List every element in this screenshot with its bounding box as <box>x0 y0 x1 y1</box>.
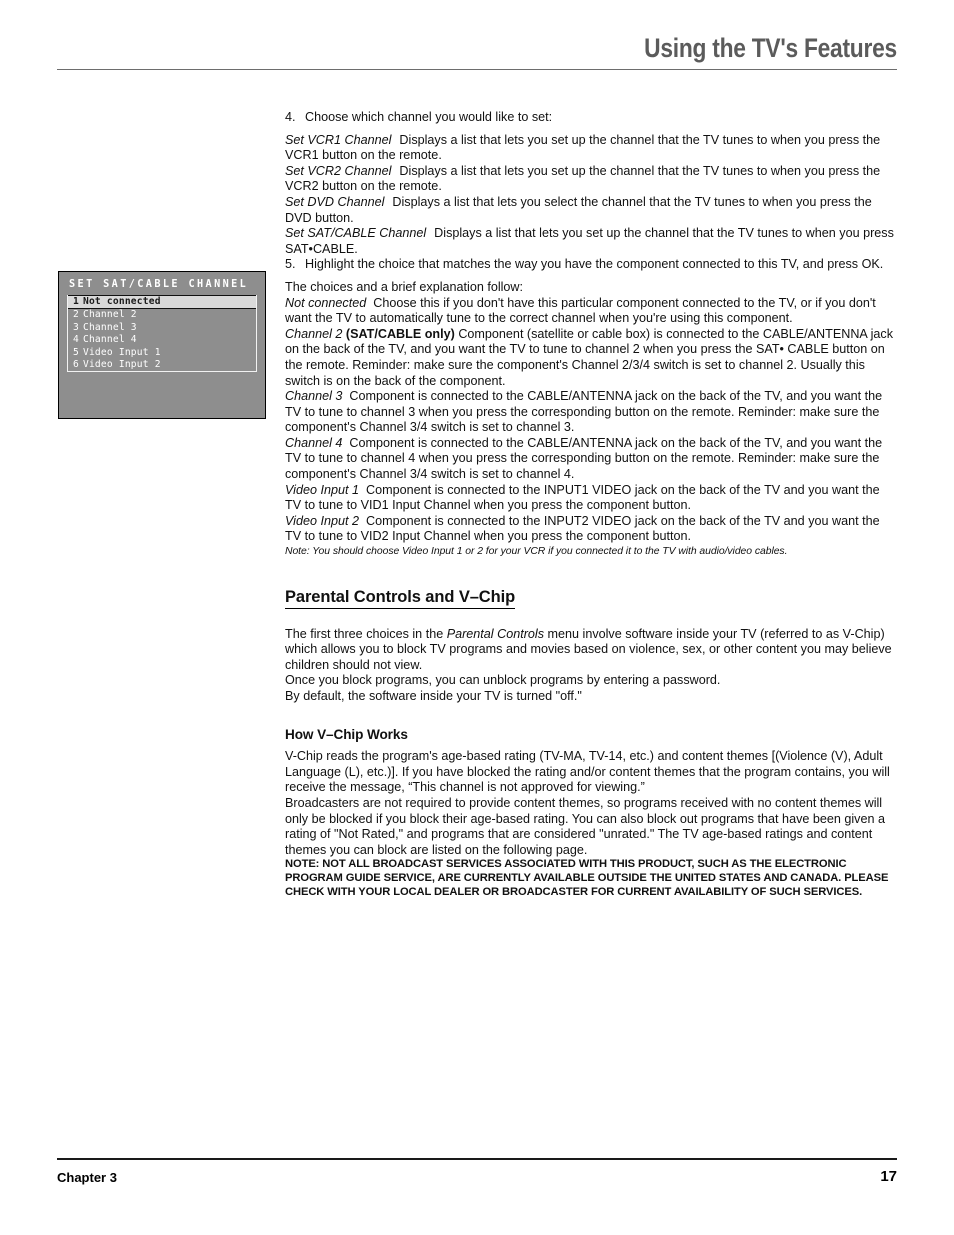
tv-menu-item-number: 3 <box>73 321 79 333</box>
parental-controls-menu-name: Parental Controls <box>446 626 545 641</box>
main-content: 4. Choose which channel you would like t… <box>285 110 897 899</box>
tv-menu-graphic: SET SAT/CABLE CHANNEL 1 Not connected 2 Ch… <box>58 271 266 419</box>
parental-controls-paragraph-3: By default, the software inside your TV … <box>285 689 582 703</box>
choice-label: Channel 4 <box>285 435 343 450</box>
choice-body: Component is connected to the INPUT1 VID… <box>285 482 880 513</box>
definition-set-vcr2: Set VCR2 Channel Displays a list that let… <box>285 164 897 195</box>
definition-label: Set VCR2 Channel <box>285 163 392 178</box>
page-header: Using the TV's Features <box>57 28 897 70</box>
definition-set-dvd: Set DVD Channel Displays a list that lets… <box>285 195 897 226</box>
choice-label: Video Input 1 <box>285 482 359 497</box>
tv-menu-item-label: Video Input 1 <box>82 346 161 358</box>
choice-qualifier: (SAT/CABLE only) <box>345 326 455 341</box>
choice-label: Video Input 2 <box>285 513 359 528</box>
parental-controls-heading: Parental Controls and V–Chip <box>285 589 515 609</box>
definition-label: Set DVD Channel <box>285 194 385 209</box>
how-vchip-works-heading: How V–Chip Works <box>285 726 408 742</box>
choice-label: Channel 2 <box>285 326 343 341</box>
step-5-text: Highlight the choice that matches the wa… <box>305 257 884 272</box>
tv-menu-item-2[interactable]: 2 Channel 2 <box>68 309 256 321</box>
tv-menu-item-5[interactable]: 5 Video Input 1 <box>68 347 256 359</box>
header-divider <box>57 68 897 70</box>
broadcast-services-notice: NOTE: NOT ALL BROADCAST SERVICES ASSOCIA… <box>285 858 889 898</box>
choice-body: Component is connected to the INPUT2 VID… <box>285 513 880 544</box>
choice-not-connected: Not connected Choose this if you don't ha… <box>285 296 897 327</box>
step-5: 5. Highlight the choice that matches the… <box>285 257 897 273</box>
definition-set-vcr1: Set VCR1 Channel Displays a list that let… <box>285 133 897 164</box>
choice-channel-2: Channel 2 (SAT/CABLE only) Component (sa… <box>285 327 897 389</box>
choice-video-input-2: Video Input 2 Component is connected to t… <box>285 514 897 545</box>
choice-body: Component is connected to the CABLE/ANTE… <box>285 435 883 482</box>
how-vchip-paragraph-1: V-Chip reads the program's age-based rat… <box>285 749 890 795</box>
step-5-number: 5. <box>285 257 296 272</box>
choice-channel-3: Channel 3 Component is connected to the C… <box>285 389 897 436</box>
choices-lead-in: The choices and a brief explanation foll… <box>285 279 524 294</box>
choice-channel-4: Channel 4 Component is connected to the C… <box>285 436 897 483</box>
tv-menu-item-6[interactable]: 6 Video Input 2 <box>68 359 256 371</box>
tv-menu-item-label: Channel 2 <box>82 309 137 321</box>
tv-menu-item-number: 1 <box>73 296 79 307</box>
definition-set-sat-cable: Set SAT/CABLE Channel Displays a list tha… <box>285 226 897 257</box>
tv-menu-item-3[interactable]: 3 Channel 3 <box>68 322 256 334</box>
definition-label: Set VCR1 Channel <box>285 132 392 147</box>
choice-label: Channel 3 <box>285 389 343 404</box>
tv-menu-list: 1 Not connected 2 Channel 2 3 Channel 3 4 Ch… <box>67 295 257 373</box>
tv-menu-item-number: 6 <box>73 359 79 371</box>
footer-chapter-label: Chapter 3 <box>57 1170 117 1185</box>
footer-page-number: 17 <box>880 1168 897 1185</box>
tv-menu-item-label: Channel 3 <box>82 321 137 333</box>
tv-menu-item-1[interactable]: 1 Not connected <box>68 295 256 310</box>
tv-menu-item-number: 5 <box>73 346 79 358</box>
step-4-text: Choose which channel you would like to s… <box>305 110 553 124</box>
choice-label: Not connected <box>285 295 367 310</box>
tv-menu-item-label: Video Input 2 <box>82 359 161 371</box>
choice-video-input-1: Video Input 1 Component is connected to t… <box>285 483 897 514</box>
how-vchip-paragraph-2: Broadcasters are not required to provide… <box>285 795 885 857</box>
step-4: 4. Choose which channel you would like t… <box>285 110 897 126</box>
tv-menu-item-number: 4 <box>73 334 79 346</box>
step-4-number: 4. <box>285 110 296 124</box>
tv-menu-item-number: 2 <box>73 309 79 321</box>
definition-label: Set SAT/CABLE Channel <box>285 226 427 241</box>
choice-body: Component is connected to the CABLE/ANTE… <box>285 389 883 435</box>
page-title: Using the TV's Features <box>644 33 897 63</box>
footer-divider <box>57 1158 897 1160</box>
tv-menu-item-label: Not connected <box>82 296 161 307</box>
video-input-note: Note: You should choose Video Input 1 or… <box>285 546 788 558</box>
parental-controls-heading-wrap: Parental Controls and V–Chip <box>285 574 897 618</box>
parental-controls-paragraph-1: The first three choices in the Parental … <box>285 627 897 674</box>
tv-menu-item-4[interactable]: 4 Channel 4 <box>68 334 256 346</box>
choice-body: Choose this if you don't have this parti… <box>285 295 876 326</box>
page-footer: Chapter 3 17 <box>57 1158 897 1190</box>
tv-menu-item-label: Channel 4 <box>82 334 137 346</box>
parental-controls-para1-a: The first three choices in the <box>285 626 447 641</box>
tv-menu-title: SET SAT/CABLE CHANNEL <box>69 279 249 290</box>
parental-controls-paragraph-2: Once you block programs, you can unblock… <box>285 673 721 688</box>
